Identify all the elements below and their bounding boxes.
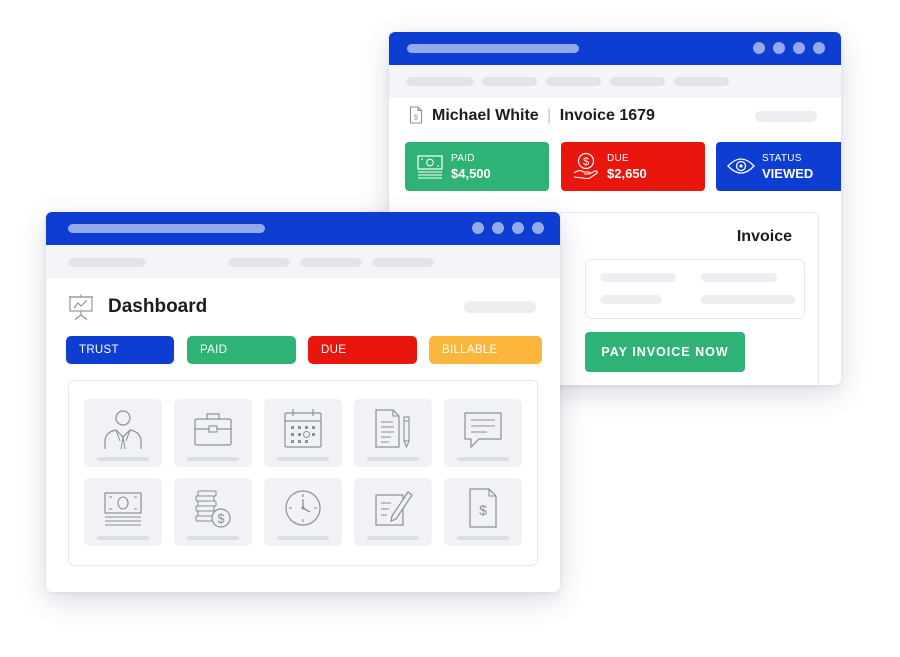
nav-placeholder[interactable] [482,77,537,86]
client-name: Michael White [432,107,539,124]
window-controls [753,42,825,54]
pay-invoice-button[interactable]: PAY INVOICE NOW [585,332,745,372]
clock-icon [285,490,321,526]
due-chip[interactable]: DUE [308,336,417,364]
due-stat-tile[interactable]: $ DUE $2,650 [561,142,705,191]
window-control-dot[interactable] [532,222,544,234]
eye-icon [727,158,755,174]
detail-placeholder [600,273,676,282]
nav-placeholder[interactable] [610,77,665,86]
status-stat-tile[interactable]: STATUS VIEWED [716,142,841,191]
detail-placeholder [701,273,777,282]
invoice-panel: Invoice PAY INVOICE NOW [557,212,819,385]
tile-time-tracking[interactable] [264,478,342,546]
paid-stat-tile[interactable]: PAID $4,500 [405,142,549,191]
tile-calendar[interactable] [264,399,342,467]
tile-caption-placeholder [187,457,239,461]
tile-caption-placeholder [457,536,509,540]
tile-messages[interactable] [444,399,522,467]
calendar-icon [284,409,322,448]
svg-text:$: $ [479,502,487,518]
window-control-dot[interactable] [512,222,524,234]
svg-text:$: $ [414,115,418,122]
user-icon [104,410,142,450]
invoice-document-icon: $ [409,106,423,124]
nav-placeholder[interactable] [372,258,434,267]
trust-chip[interactable]: TRUST [66,336,174,364]
invoice-nav-strip [389,65,841,98]
money-icon [104,492,142,526]
status-stat-value: VIEWED [762,166,814,181]
nav-placeholder[interactable] [68,258,146,267]
tile-caption-placeholder [277,457,329,461]
tile-caption-placeholder [457,457,509,461]
tile-notes[interactable] [354,478,432,546]
dashboard-grid-panel: $ $ [68,380,538,566]
nav-placeholder[interactable] [300,258,362,267]
dashboard-title: Dashboard [108,296,208,317]
nav-placeholder[interactable] [546,77,601,86]
title-separator: | [547,107,552,124]
nav-placeholder[interactable] [674,77,729,86]
dashboard-window-titlebar [46,212,560,245]
header-action-placeholder[interactable] [464,301,536,313]
tile-contacts[interactable] [84,399,162,467]
chat-icon [464,412,502,449]
window-title-placeholder [407,44,579,53]
edit-icon [375,491,413,526]
invoice-header: Michael White | Invoice 1679 [432,106,655,126]
paid-chip[interactable]: PAID [187,336,296,364]
briefcase-icon [194,413,232,446]
header-action-placeholder[interactable] [755,111,817,122]
tile-caption-placeholder [97,536,149,540]
tile-documents[interactable] [354,399,432,467]
window-control-dot[interactable] [813,42,825,54]
paid-stat-value: $4,500 [451,166,491,181]
invoice-panel-title: Invoice [736,228,792,245]
tile-caption-placeholder [277,536,329,540]
coins-icon: $ [195,490,231,528]
window-control-dot[interactable] [753,42,765,54]
nav-placeholder[interactable] [406,77,474,86]
invoice-details-box [585,259,805,319]
document-icon [375,409,410,449]
svg-text:$: $ [583,156,589,168]
tile-invoices[interactable]: $ [444,478,522,546]
due-stat-value: $2,650 [607,166,647,181]
tile-caption-placeholder [97,457,149,461]
billable-chip[interactable]: BILLABLE [429,336,542,364]
tile-matters[interactable] [174,399,252,467]
window-controls [472,222,544,234]
svg-text:$: $ [217,511,225,526]
dashboard-window: Dashboard TRUST PAID DUE BILLABLE $ $ [46,212,560,592]
cash-icon [417,155,443,179]
detail-placeholder [701,295,795,304]
window-control-dot[interactable] [793,42,805,54]
tile-trust-accounting[interactable] [84,478,162,546]
tile-caption-placeholder [187,536,239,540]
tile-billing[interactable]: $ [174,478,252,546]
status-stat-label: STATUS [762,153,802,164]
due-stat-label: DUE [607,153,630,164]
tile-caption-placeholder [367,457,419,461]
invoice-icon: $ [469,488,497,528]
dashboard-nav-strip [46,245,560,278]
invoice-number: Invoice 1679 [559,107,655,124]
paid-stat-label: PAID [451,153,475,164]
nav-placeholder[interactable] [228,258,290,267]
window-control-dot[interactable] [773,42,785,54]
window-control-dot[interactable] [492,222,504,234]
window-control-dot[interactable] [472,222,484,234]
detail-placeholder [600,295,662,304]
invoice-window-titlebar [389,32,841,65]
presentation-chart-icon [69,294,93,320]
tile-caption-placeholder [367,536,419,540]
money-hand-icon: $ [573,152,598,180]
window-title-placeholder [68,224,265,233]
